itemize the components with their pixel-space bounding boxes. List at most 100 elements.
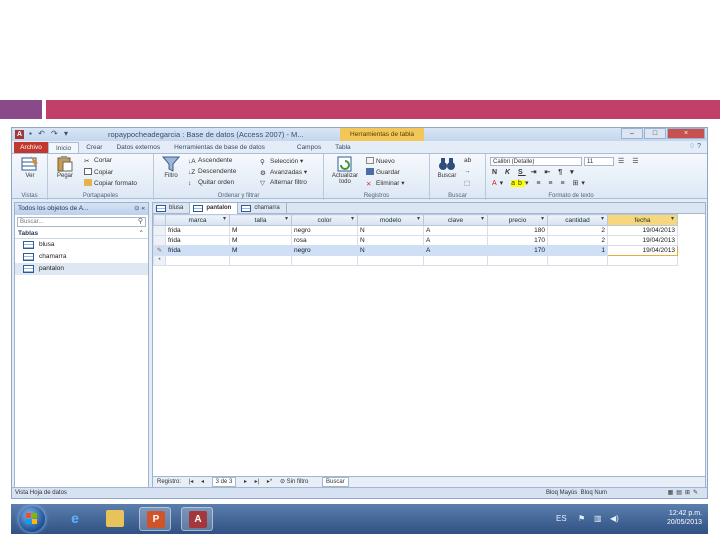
cell-cantidad[interactable]: 2 — [547, 235, 608, 246]
cell-fecha[interactable]: 19/04/2013 — [607, 225, 678, 236]
cell-color[interactable]: negro — [291, 225, 358, 236]
table-row-current[interactable]: ✎ frida M negro N A 170 1 19/04/2013 — [153, 245, 678, 256]
last-record-button[interactable]: ▸| — [255, 479, 260, 485]
access-app-icon[interactable]: A — [15, 130, 24, 139]
column-header-fecha[interactable]: fecha ▾ — [607, 214, 678, 226]
sort-ascending-button[interactable]: ↓A Ascendente — [188, 157, 232, 165]
sort-descending-button[interactable]: ↓Z Descendente — [188, 168, 236, 176]
undo-icon[interactable]: ↶ — [38, 129, 47, 138]
cell-empty[interactable] — [423, 255, 488, 266]
cell-color[interactable]: rosa — [291, 235, 358, 246]
maximize-button[interactable]: □ — [644, 128, 666, 139]
refresh-all-button[interactable]: Actualizar todo — [328, 156, 362, 185]
filter-button[interactable]: Filtro — [156, 156, 186, 179]
nav-group-tablas[interactable]: Tablas ⌃ — [15, 229, 148, 239]
advanced-button[interactable]: ⚙ Avanzadas ▾ — [260, 168, 307, 177]
nav-item-chamarra[interactable]: chamarra — [15, 251, 148, 263]
next-record-button[interactable]: ▸ — [244, 479, 247, 485]
row-selector[interactable] — [153, 225, 166, 236]
column-dropdown-icon[interactable]: ▾ — [417, 215, 420, 222]
save-icon[interactable]: ▪ — [29, 129, 34, 138]
cell-clave[interactable]: A — [423, 235, 488, 246]
column-dropdown-icon[interactable]: ▾ — [351, 215, 354, 222]
new-record-row[interactable]: * — [153, 255, 678, 266]
copy-button[interactable]: Copiar — [84, 168, 113, 176]
cell-color[interactable]: negro — [291, 245, 358, 256]
doc-tab-chamarra[interactable]: chamarra — [238, 203, 287, 214]
doc-tab-blusa[interactable]: blusa — [153, 203, 191, 214]
column-header-cantidad[interactable]: cantidad ▾ — [547, 214, 608, 226]
cell-empty[interactable] — [487, 255, 548, 266]
cell-empty[interactable] — [357, 255, 424, 266]
doc-tab-pantalon[interactable]: pantalon — [190, 203, 239, 214]
taskbar-ie[interactable]: e — [59, 507, 91, 531]
cell-clave[interactable]: A — [423, 245, 488, 256]
new-record-nav-button[interactable]: ▸* — [267, 479, 272, 485]
cut-button[interactable]: ✂ Cortar — [84, 157, 112, 165]
select-icon[interactable]: ⬚ — [464, 179, 470, 187]
cell-talla[interactable]: M — [229, 225, 292, 236]
clock[interactable]: 12:42 p.m. 20/05/2013 — [662, 509, 702, 527]
row-selector[interactable] — [153, 235, 166, 246]
column-dropdown-icon[interactable]: ▾ — [601, 215, 604, 222]
column-header-talla[interactable]: talla ▾ — [229, 214, 292, 226]
save-record-button[interactable]: Guardar — [366, 168, 400, 176]
prev-record-button[interactable]: ◂ — [201, 479, 204, 485]
tab-crear[interactable]: Crear — [79, 142, 109, 153]
start-button[interactable] — [19, 506, 45, 532]
replace-icon[interactable]: ab — [464, 157, 471, 164]
cell-precio[interactable]: 170 — [487, 245, 548, 256]
delete-record-button[interactable]: ✕ Eliminar ▾ — [366, 179, 405, 188]
font-family-select[interactable]: Calibri (Detalle) — [490, 157, 582, 166]
flag-icon[interactable]: ⚑ — [578, 514, 585, 523]
record-position-input[interactable]: 3 de 3 — [211, 477, 237, 487]
font-size-select[interactable]: 11 — [584, 157, 614, 166]
new-record-marker[interactable]: * — [153, 255, 166, 266]
cell-empty[interactable] — [165, 255, 230, 266]
cell-precio[interactable]: 170 — [487, 235, 548, 246]
toggle-filter-button[interactable]: ▽ Alternar filtro — [260, 179, 307, 187]
cell-marca[interactable]: frida — [165, 235, 230, 246]
column-header-marca[interactable]: marca ▾ — [165, 214, 230, 226]
customize-qat-icon[interactable]: ▾ — [64, 129, 70, 138]
cell-modelo[interactable]: N — [357, 235, 424, 246]
nav-item-blusa[interactable]: blusa — [15, 239, 148, 251]
find-button[interactable]: Buscar — [432, 156, 462, 179]
tab-archivo[interactable]: Archivo — [14, 142, 48, 153]
column-dropdown-icon[interactable]: ▾ — [671, 215, 674, 222]
selection-button[interactable]: ⚲ Selección ▾ — [260, 157, 303, 166]
column-dropdown-icon[interactable]: ▾ — [481, 215, 484, 222]
close-button[interactable]: × — [667, 128, 705, 139]
column-header-color[interactable]: color ▾ — [291, 214, 358, 226]
cell-cantidad[interactable]: 2 — [547, 225, 608, 236]
cell-empty[interactable] — [607, 255, 678, 266]
language-icon[interactable]: ES — [556, 514, 567, 523]
tab-datos-externos[interactable]: Datos externos — [109, 142, 167, 153]
cell-cantidad[interactable]: 1 — [547, 245, 608, 256]
column-header-clave[interactable]: clave ▾ — [423, 214, 488, 226]
column-dropdown-icon[interactable]: ▾ — [223, 215, 226, 222]
cell-modelo[interactable]: N — [357, 245, 424, 256]
taskbar-access[interactable]: A — [181, 507, 213, 531]
cell-empty[interactable] — [229, 255, 292, 266]
column-header-precio[interactable]: precio ▾ — [487, 214, 548, 226]
redo-icon[interactable]: ↷ — [51, 129, 60, 138]
cell-empty[interactable] — [291, 255, 358, 266]
cell-talla[interactable]: M — [229, 235, 292, 246]
table-row[interactable]: frida M negro N A 180 2 19/04/2013 — [153, 225, 678, 236]
cell-empty[interactable] — [547, 255, 608, 266]
cell-fecha[interactable]: 19/04/2013 — [607, 235, 678, 246]
column-dropdown-icon[interactable]: ▾ — [541, 215, 544, 222]
record-search-input[interactable]: Buscar — [322, 477, 349, 487]
cell-clave[interactable]: A — [423, 225, 488, 236]
cell-modelo[interactable]: N — [357, 225, 424, 236]
tab-campos[interactable]: Campos — [290, 142, 328, 153]
table-row[interactable]: frida M rosa N A 170 2 19/04/2013 — [153, 235, 678, 246]
quick-access-toolbar[interactable]: ▪ ↶ ↷ ▾ — [29, 129, 70, 138]
nav-item-pantalon[interactable]: pantalon — [15, 263, 148, 275]
font-color-highlight-icons[interactable]: A▾ ab▾ ≡ ≡ ≡ ⊞▾ — [492, 179, 588, 187]
select-all-cell[interactable] — [153, 214, 166, 226]
cell-fecha-editing[interactable]: 19/04/2013 — [607, 245, 678, 256]
column-header-modelo[interactable]: modelo ▾ — [357, 214, 424, 226]
help-icon[interactable]: ♢ ? — [689, 142, 701, 150]
